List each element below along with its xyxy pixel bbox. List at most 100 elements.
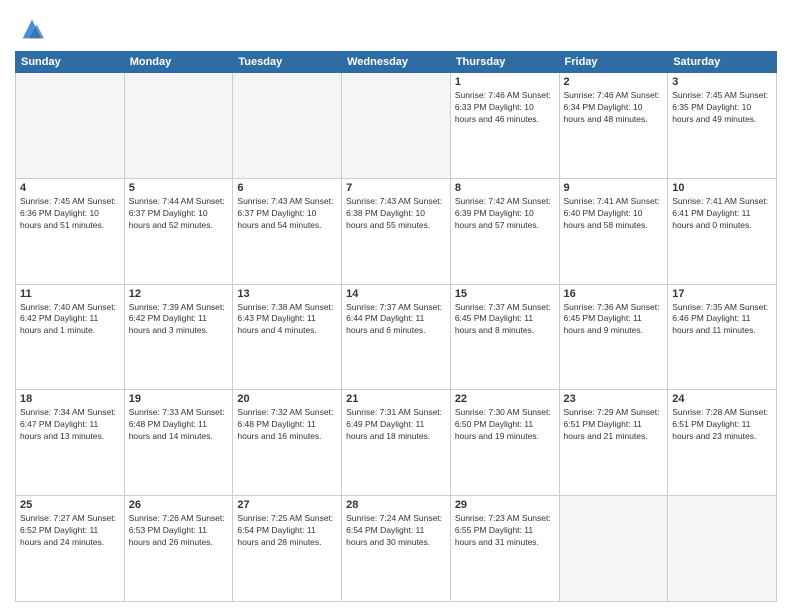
calendar-cell: 29 Sunrise: 7:23 AM Sunset: 6:55 PM Dayli… [450,496,559,602]
day-number: 14 [346,288,446,300]
header-tuesday: Tuesday [233,52,342,73]
day-info: Sunrise: 7:23 AM Sunset: 6:55 PM Dayligh… [455,513,555,549]
day-number: 6 [237,182,337,194]
day-number: 12 [129,288,229,300]
calendar-cell: 7Sunrise: 7:43 AM Sunset: 6:38 PM Daylig… [342,178,451,284]
day-info: Sunrise: 7:24 AM Sunset: 6:54 PM Dayligh… [346,513,446,549]
day-info: Sunrise: 7:46 AM Sunset: 6:34 PM Dayligh… [564,90,664,126]
calendar-header-row: SundayMondayTuesdayWednesdayThursdayFrid… [16,52,777,73]
day-number: 23 [564,393,664,405]
calendar-cell: 1 Sunrise: 7:46 AM Sunset: 6:33 PM Daylig… [450,73,559,179]
calendar-cell: 16Sunrise: 7:36 AM Sunset: 6:45 PM Dayli… [559,284,668,390]
page: SundayMondayTuesdayWednesdayThursdayFrid… [0,0,792,612]
day-number: 29 [455,499,555,511]
day-info: Sunrise: 7:32 AM Sunset: 6:48 PM Dayligh… [237,407,337,443]
day-number: 21 [346,393,446,405]
logo-icon [18,15,46,43]
day-info: Sunrise: 7:30 AM Sunset: 6:50 PM Dayligh… [455,407,555,443]
calendar-cell: 17 Sunrise: 7:35 AM Sunset: 6:46 PM Dayli… [668,284,777,390]
calendar-cell: 25 Sunrise: 7:27 AM Sunset: 6:52 PM Dayli… [16,496,125,602]
day-number: 20 [237,393,337,405]
day-info: Sunrise: 7:27 AM Sunset: 6:52 PM Dayligh… [20,513,120,549]
day-number: 5 [129,182,229,194]
header-saturday: Saturday [668,52,777,73]
day-info: Sunrise: 7:37 AM Sunset: 6:45 PM Dayligh… [455,302,555,338]
day-info: Sunrise: 7:36 AM Sunset: 6:45 PM Dayligh… [564,302,664,338]
day-info: Sunrise: 7:42 AM Sunset: 6:39 PM Dayligh… [455,196,555,232]
day-info: Sunrise: 7:46 AM Sunset: 6:33 PM Dayligh… [455,90,555,126]
week-row-3: 18 Sunrise: 7:34 AM Sunset: 6:47 PM Dayli… [16,390,777,496]
calendar-cell: 19 Sunrise: 7:33 AM Sunset: 6:48 PM Dayli… [124,390,233,496]
day-number: 4 [20,182,120,194]
day-number: 8 [455,182,555,194]
day-number: 28 [346,499,446,511]
day-info: Sunrise: 7:45 AM Sunset: 6:36 PM Dayligh… [20,196,120,232]
day-number: 9 [564,182,664,194]
day-info: Sunrise: 7:25 AM Sunset: 6:54 PM Dayligh… [237,513,337,549]
day-info: Sunrise: 7:41 AM Sunset: 6:41 PM Dayligh… [672,196,772,232]
calendar-table: SundayMondayTuesdayWednesdayThursdayFrid… [15,51,777,602]
calendar-cell: 23 Sunrise: 7:29 AM Sunset: 6:51 PM Dayli… [559,390,668,496]
day-number: 25 [20,499,120,511]
calendar-cell: 18 Sunrise: 7:34 AM Sunset: 6:47 PM Dayli… [16,390,125,496]
calendar-cell [233,73,342,179]
day-info: Sunrise: 7:31 AM Sunset: 6:49 PM Dayligh… [346,407,446,443]
day-info: Sunrise: 7:41 AM Sunset: 6:40 PM Dayligh… [564,196,664,232]
day-info: Sunrise: 7:38 AM Sunset: 6:43 PM Dayligh… [237,302,337,338]
calendar-cell: 21 Sunrise: 7:31 AM Sunset: 6:49 PM Dayli… [342,390,451,496]
day-info: Sunrise: 7:35 AM Sunset: 6:46 PM Dayligh… [672,302,772,338]
day-number: 2 [564,76,664,88]
header [15,10,777,43]
day-info: Sunrise: 7:34 AM Sunset: 6:47 PM Dayligh… [20,407,120,443]
day-info: Sunrise: 7:40 AM Sunset: 6:42 PM Dayligh… [20,302,120,338]
day-info: Sunrise: 7:39 AM Sunset: 6:42 PM Dayligh… [129,302,229,338]
week-row-0: 1 Sunrise: 7:46 AM Sunset: 6:33 PM Daylig… [16,73,777,179]
calendar-cell: 2 Sunrise: 7:46 AM Sunset: 6:34 PM Daylig… [559,73,668,179]
calendar-cell: 13Sunrise: 7:38 AM Sunset: 6:43 PM Dayli… [233,284,342,390]
day-number: 19 [129,393,229,405]
day-info: Sunrise: 7:44 AM Sunset: 6:37 PM Dayligh… [129,196,229,232]
header-wednesday: Wednesday [342,52,451,73]
calendar-cell: 28 Sunrise: 7:24 AM Sunset: 6:54 PM Dayli… [342,496,451,602]
calendar-cell: 27Sunrise: 7:25 AM Sunset: 6:54 PM Dayli… [233,496,342,602]
day-number: 10 [672,182,772,194]
week-row-1: 4 Sunrise: 7:45 AM Sunset: 6:36 PM Daylig… [16,178,777,284]
day-info: Sunrise: 7:43 AM Sunset: 6:38 PM Dayligh… [346,196,446,232]
logo [15,15,46,43]
day-info: Sunrise: 7:43 AM Sunset: 6:37 PM Dayligh… [237,196,337,232]
day-info: Sunrise: 7:29 AM Sunset: 6:51 PM Dayligh… [564,407,664,443]
day-number: 18 [20,393,120,405]
header-monday: Monday [124,52,233,73]
day-number: 1 [455,76,555,88]
calendar-cell: 14 Sunrise: 7:37 AM Sunset: 6:44 PM Dayli… [342,284,451,390]
calendar-cell: 6 Sunrise: 7:43 AM Sunset: 6:37 PM Daylig… [233,178,342,284]
day-info: Sunrise: 7:45 AM Sunset: 6:35 PM Dayligh… [672,90,772,126]
week-row-4: 25 Sunrise: 7:27 AM Sunset: 6:52 PM Dayli… [16,496,777,602]
calendar-cell: 20 Sunrise: 7:32 AM Sunset: 6:48 PM Dayli… [233,390,342,496]
calendar-cell: 15 Sunrise: 7:37 AM Sunset: 6:45 PM Dayli… [450,284,559,390]
day-number: 11 [20,288,120,300]
header-friday: Friday [559,52,668,73]
calendar-cell [559,496,668,602]
day-number: 22 [455,393,555,405]
calendar-cell: 12 Sunrise: 7:39 AM Sunset: 6:42 PM Dayli… [124,284,233,390]
header-thursday: Thursday [450,52,559,73]
calendar-cell: 26 Sunrise: 7:26 AM Sunset: 6:53 PM Dayli… [124,496,233,602]
day-number: 15 [455,288,555,300]
calendar-cell: 9 Sunrise: 7:41 AM Sunset: 6:40 PM Daylig… [559,178,668,284]
day-info: Sunrise: 7:33 AM Sunset: 6:48 PM Dayligh… [129,407,229,443]
calendar-cell [16,73,125,179]
day-info: Sunrise: 7:28 AM Sunset: 6:51 PM Dayligh… [672,407,772,443]
calendar-cell: 22 Sunrise: 7:30 AM Sunset: 6:50 PM Dayli… [450,390,559,496]
day-number: 17 [672,288,772,300]
calendar-cell: 11 Sunrise: 7:40 AM Sunset: 6:42 PM Dayli… [16,284,125,390]
day-info: Sunrise: 7:26 AM Sunset: 6:53 PM Dayligh… [129,513,229,549]
week-row-2: 11 Sunrise: 7:40 AM Sunset: 6:42 PM Dayli… [16,284,777,390]
day-info: Sunrise: 7:37 AM Sunset: 6:44 PM Dayligh… [346,302,446,338]
day-number: 26 [129,499,229,511]
day-number: 3 [672,76,772,88]
calendar-cell: 10 Sunrise: 7:41 AM Sunset: 6:41 PM Dayli… [668,178,777,284]
calendar-cell [668,496,777,602]
header-sunday: Sunday [16,52,125,73]
calendar-cell: 4 Sunrise: 7:45 AM Sunset: 6:36 PM Daylig… [16,178,125,284]
